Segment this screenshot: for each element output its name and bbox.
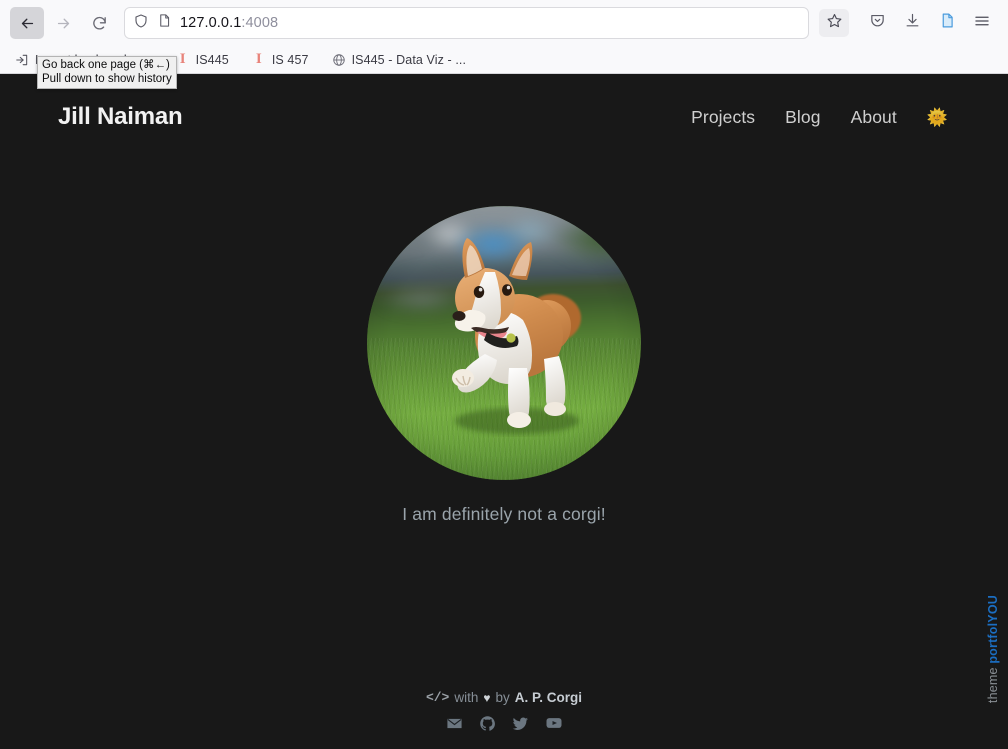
illinois-icon: I	[179, 51, 186, 67]
import-bookmarks-icon	[14, 52, 30, 68]
theme-toggle-sun-icon[interactable]: 🌞	[927, 109, 948, 126]
footer-credit: </> with ♥ by A. P. Corgi	[426, 690, 582, 705]
url-bar[interactable]: 127.0.0.1:4008	[124, 7, 809, 39]
back-button-tooltip: Go back one page (⌘←) Pull down to show …	[37, 56, 177, 89]
twitter-link[interactable]	[512, 715, 529, 737]
app-menu-button[interactable]	[966, 7, 998, 39]
forward-button	[46, 7, 80, 39]
browser-toolbar: 127.0.0.1:4008	[0, 0, 1008, 46]
url-text[interactable]: 127.0.0.1:4008	[180, 15, 800, 31]
bookmark-is457[interactable]: I IS 457	[245, 50, 315, 70]
url-port: :4008	[241, 15, 279, 31]
pocket-icon	[869, 12, 886, 34]
bookmark-is445-data-viz[interactable]: IS445 - Data Viz - ...	[325, 50, 473, 70]
github-link[interactable]	[479, 715, 496, 737]
back-arrow-icon	[19, 15, 36, 32]
email-link[interactable]	[446, 715, 463, 737]
youtube-link[interactable]	[545, 714, 563, 737]
corgi-avatar-image	[367, 206, 641, 480]
theme-ribbon-name[interactable]: portfolYOU	[986, 595, 1000, 664]
bookmark-star-icon	[826, 12, 843, 34]
downloads-button[interactable]	[896, 7, 928, 39]
downloads-icon	[904, 12, 921, 34]
page-info-icon[interactable]	[157, 13, 172, 33]
toolbar-right-icons	[851, 7, 998, 39]
footer-by-text: by	[495, 690, 510, 705]
hamburger-menu-icon	[973, 12, 991, 35]
social-links	[446, 714, 563, 737]
youtube-icon	[545, 714, 563, 737]
bookmark-is445[interactable]: I IS445	[169, 50, 235, 70]
nav-link-about[interactable]: About	[851, 107, 897, 128]
heart-icon: ♥	[483, 690, 491, 705]
bookmark-label: IS445	[195, 52, 229, 67]
reader-view-icon	[939, 12, 956, 34]
footer-author-link[interactable]: A. P. Corgi	[515, 690, 582, 705]
hero-section: I am definitely not a corgi!	[0, 160, 1008, 525]
url-host: 127.0.0.1	[180, 15, 242, 31]
reader-view-button[interactable]	[931, 7, 963, 39]
pocket-button[interactable]	[861, 7, 893, 39]
reload-icon	[91, 15, 108, 32]
email-icon	[446, 715, 463, 737]
site-footer: </> with ♥ by A. P. Corgi	[0, 690, 1008, 737]
reload-button[interactable]	[82, 7, 116, 39]
browser-chrome: 127.0.0.1:4008 I IS445 I IS 457 IS445 - …	[0, 0, 1008, 89]
twitter-icon	[512, 715, 529, 737]
tooltip-line-1: Go back one page (⌘←)	[42, 59, 170, 71]
footer-with-text: with	[454, 690, 479, 705]
site-nav: Projects Blog About 🌞	[691, 107, 948, 128]
bookmark-label: IS 457	[271, 52, 309, 67]
page-content: Jill Naiman Projects Blog About 🌞 I am d…	[0, 74, 1008, 749]
github-icon	[479, 715, 496, 737]
tooltip-line-2: Pull down to show history	[42, 73, 172, 85]
tracking-protection-shield-icon[interactable]	[133, 13, 149, 34]
code-glyph-icon: </>	[425, 690, 450, 705]
illinois-icon: I	[255, 51, 262, 67]
globe-icon	[331, 52, 347, 68]
nav-link-projects[interactable]: Projects	[691, 107, 755, 128]
bookmark-star-button[interactable]	[819, 9, 849, 37]
back-button[interactable]	[10, 7, 44, 39]
hero-caption: I am definitely not a corgi!	[402, 504, 606, 524]
nav-link-blog[interactable]: Blog	[785, 107, 820, 128]
forward-arrow-icon	[55, 15, 72, 32]
site-brand[interactable]: Jill Naiman	[58, 103, 183, 131]
bookmark-label: IS445 - Data Viz - ...	[351, 52, 467, 67]
